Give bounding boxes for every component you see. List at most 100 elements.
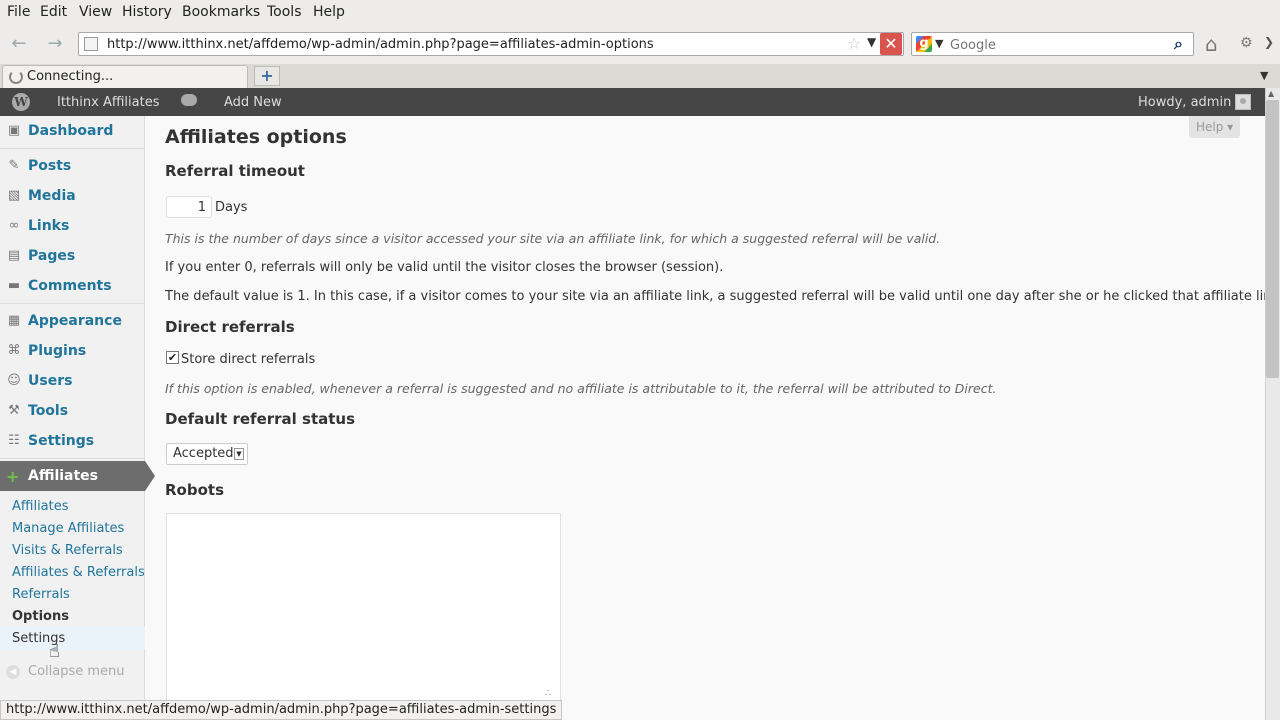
sidebar-item-affiliates[interactable]: + Affiliates [0,461,155,491]
google-engine-icon[interactable]: g [916,36,932,52]
address-bar-url[interactable]: http://www.itthinx.net/affdemo/wp-admin/… [107,37,654,52]
sidebar-item-label: Dashboard [28,123,114,139]
submenu-affiliates-referrals[interactable]: Affiliates & Referrals [12,565,145,580]
menu-bookmarks[interactable]: Bookmarks [182,4,260,20]
referral-status-value: Accepted [173,446,234,461]
menu-view[interactable]: View [79,4,112,20]
sidebar-separator [0,148,145,149]
menu-history[interactable]: History [122,4,172,20]
sidebar-item-appearance[interactable]: ▦ Appearance [0,306,145,336]
sidebar-item-label: Pages [28,248,76,264]
sidebar-item-label: Affiliates [28,468,99,484]
tab-current[interactable]: Connecting... [2,65,248,88]
plugins-icon: ⌘ [7,343,21,358]
sidebar-item-label: Links [28,218,70,234]
resize-grip-icon[interactable]: ∴ [545,688,551,699]
sidebar-item-links[interactable]: ∞ Links [0,211,145,241]
comment-bubble-icon[interactable] [181,94,197,106]
sidebar-item-label: Plugins [28,343,87,359]
chevron-down-icon: ▼ [234,448,244,460]
new-tab-button[interactable]: + [254,66,280,86]
sidebar-item-posts[interactable]: ✎ Posts [0,151,145,181]
hand-pointer-cursor-icon: ☝ [49,641,60,662]
toolbar-overflow-icon[interactable]: ❯ [1264,35,1274,49]
address-bar[interactable]: http://www.itthinx.net/affdemo/wp-admin/… [78,32,904,56]
sidebar-item-comments[interactable]: ▬ Comments [0,271,145,301]
sidebar-separator [0,303,145,304]
sidebar-item-pages[interactable]: ▤ Pages [0,241,145,271]
referral-timeout-input[interactable] [166,196,212,218]
submenu-referrals[interactable]: Referrals [12,587,70,602]
store-direct-referrals-checkbox[interactable]: ✔ [166,351,179,364]
puzzle-addon-icon: ⚙ [1240,35,1253,51]
timeout-note-default: The default value is 1. In this case, if… [165,289,1280,304]
sidebar-item-label: Appearance [28,313,122,329]
help-tab-button[interactable]: Help ▾ [1189,116,1240,138]
sidebar-item-settings[interactable]: ☷ Settings [0,426,145,456]
help-tab-label: Help ▾ [1196,120,1234,134]
robots-textarea[interactable] [166,513,561,701]
appearance-icon: ▦ [7,313,21,328]
tab-list-dropdown-icon[interactable]: ▼ [1260,69,1268,82]
submenu-options[interactable]: Options [12,609,69,624]
menu-help[interactable]: Help [313,4,345,20]
addon-button[interactable]: ⚙ [1240,35,1253,51]
pages-icon: ▤ [7,248,21,263]
forward-button[interactable]: → [42,32,68,56]
site-name-link[interactable]: Itthinx Affiliates [57,95,159,110]
add-new-link[interactable]: Add New [224,95,282,110]
home-icon: ⌂ [1205,32,1218,56]
menu-tools[interactable]: Tools [267,4,302,20]
plus-icon: + [260,66,274,85]
referral-timeout-heading: Referral timeout [165,162,305,180]
submenu-manage-affiliates[interactable]: Manage Affiliates [12,521,124,536]
back-arrow-icon: ← [11,33,27,54]
affiliates-plus-icon: + [6,467,20,486]
sidebar-item-label: Posts [28,158,72,174]
search-bar[interactable]: g ▼ ⌕ [911,32,1194,56]
pin-icon: ✎ [8,158,20,173]
dashboard-icon: ▣ [7,123,21,138]
back-button[interactable]: ← [6,32,32,56]
avatar[interactable] [1235,94,1251,110]
settings-icon: ☷ [8,433,20,448]
bookmark-star-icon[interactable]: ☆ [847,34,861,53]
page-favicon-icon [84,37,98,51]
submenu-affiliates[interactable]: Affiliates [12,499,69,514]
collapse-arrow-icon: ◀ [6,664,20,679]
sidebar-item-dashboard[interactable]: ▣ Dashboard [0,116,145,146]
direct-referrals-heading: Direct referrals [165,318,295,336]
howdy-user-menu[interactable]: Howdy, admin [1138,95,1231,110]
scrollbar-thumb[interactable] [1266,100,1279,378]
scroll-up-arrow-icon[interactable]: ▲ [1268,89,1274,98]
sidebar-item-media[interactable]: ▧ Media [0,181,145,211]
menu-edit[interactable]: Edit [40,4,67,20]
stop-button[interactable]: ✕ [880,33,902,55]
sidebar-item-tools[interactable]: ⚒ Tools [0,396,145,426]
close-x-icon: ✕ [884,34,898,53]
search-input[interactable] [948,35,1172,55]
sidebar-item-label: Settings [28,433,95,449]
sidebar-item-label: Users [28,373,73,389]
sidebar-item-plugins[interactable]: ⌘ Plugins [0,336,145,366]
loading-spinner-icon [9,70,23,84]
referral-status-select[interactable]: Accepted ▼ [166,443,248,465]
link-icon: ∞ [8,218,20,233]
home-button[interactable]: ⌂ [1205,32,1218,56]
timeout-note-session: If you enter 0, referrals will only be v… [165,260,724,275]
page-title: Affiliates options [165,126,347,148]
sidebar-item-users[interactable]: ☺ Users [0,366,145,396]
wordpress-logo-icon[interactable]: W [12,93,30,111]
magnifier-search-icon[interactable]: ⌕ [1174,34,1183,54]
engine-dropdown-icon[interactable]: ▼ [935,37,943,50]
submenu-visits-referrals[interactable]: Visits & Referrals [12,543,123,558]
direct-referrals-description: If this option is enabled, whenever a re… [165,381,997,396]
url-history-dropdown-icon[interactable]: ▼ [867,35,876,49]
menu-file[interactable]: File [7,4,30,20]
tab-title: Connecting... [27,69,114,84]
comments-icon: ▬ [7,278,21,293]
forward-arrow-icon: → [47,33,63,54]
checkmark-icon: ✔ [167,351,178,364]
store-direct-referrals-label[interactable]: Store direct referrals [181,352,315,367]
collapse-menu-button[interactable]: ◀ Collapse menu [6,664,125,679]
